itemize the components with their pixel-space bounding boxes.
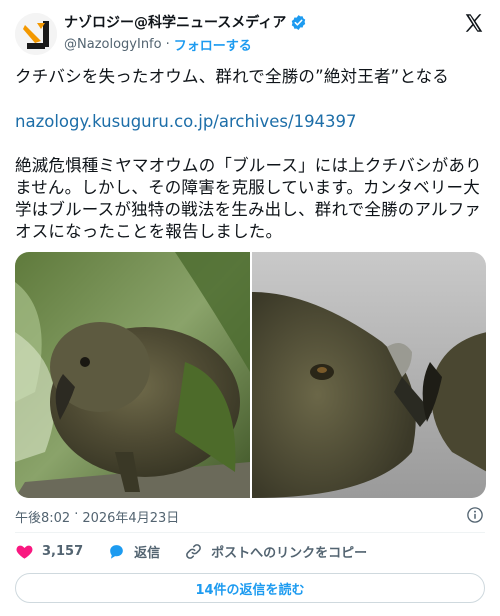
- copy-link-button[interactable]: ポストへのリンクをコピー: [184, 542, 367, 561]
- heart-icon: [16, 545, 33, 559]
- verified-badge-icon: [292, 14, 306, 30]
- kea-parrot-photo-right[interactable]: [251, 252, 486, 498]
- article-link[interactable]: nazology.kusuguru.co.jp/archives/194397: [15, 111, 357, 133]
- divider: [15, 532, 485, 533]
- copy-link-label: ポストへのリンクをコピー: [211, 546, 368, 561]
- action-bar: 3,157 返信 ポストへのリンクをコピー: [15, 542, 391, 561]
- reply-bubble-icon: [110, 545, 123, 559]
- reply-label: 返信: [134, 546, 161, 561]
- like-button[interactable]: 3,157: [15, 542, 83, 561]
- post-timestamp[interactable]: 午後8:02 · 2026年4月23日: [15, 507, 179, 526]
- account-name-row[interactable]: ナゾロジー@科学ニュースメディア: [64, 12, 307, 32]
- post-card: ナゾロジー@科学ニュースメディア @NazologyInfo · フォローする …: [0, 0, 500, 616]
- follow-button[interactable]: フォローする: [174, 35, 252, 54]
- avatar[interactable]: [15, 13, 57, 55]
- post-title-text: クチバシを失ったオウム、群れで全勝の”絶対王者”となる: [15, 67, 450, 86]
- nazology-logo-icon: [15, 13, 57, 55]
- read-replies-label: 14件の返信を読む: [195, 582, 305, 598]
- time-separator: ·: [74, 507, 79, 522]
- account-handle[interactable]: @NazologyInfo: [64, 37, 162, 52]
- separator-dot: ·: [165, 37, 170, 52]
- x-logo-icon[interactable]: [463, 12, 485, 34]
- handle-row: @NazologyInfo · フォローする: [64, 35, 252, 54]
- media-grid: [15, 252, 486, 498]
- post-date: 2026年4月23日: [82, 511, 180, 526]
- read-replies-button[interactable]: 14件の返信を読む: [15, 573, 485, 603]
- kea-parrot-photo-left[interactable]: [15, 252, 250, 498]
- link-icon: [186, 544, 202, 559]
- like-count: 3,157: [42, 544, 84, 559]
- post-time: 午後8:02: [15, 511, 71, 526]
- post-body-text: 絶滅危惧種ミヤマオウムの「ブルース」には上クチバシがありません。しかし、その障害…: [15, 156, 482, 241]
- account-name[interactable]: ナゾロジー@科学ニュースメディア: [64, 12, 286, 32]
- info-icon[interactable]: [466, 506, 484, 524]
- reply-button[interactable]: 返信: [107, 542, 160, 561]
